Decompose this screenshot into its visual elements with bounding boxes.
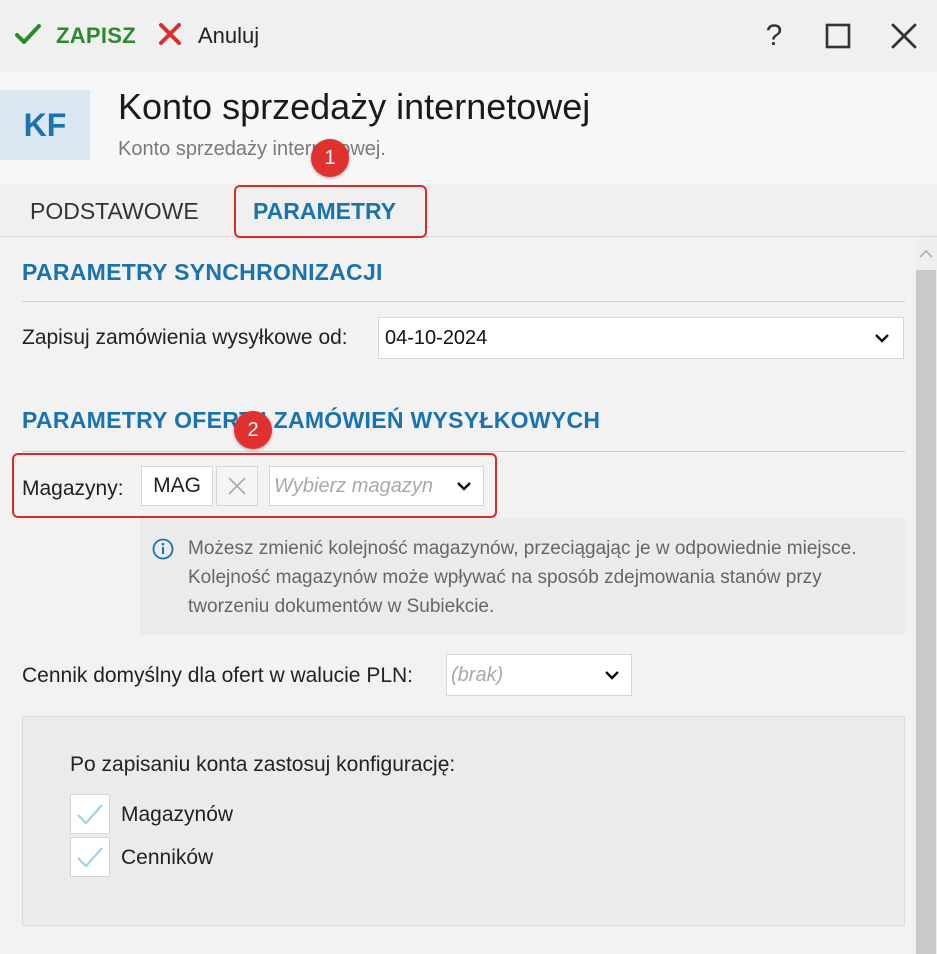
option-label-magazynow[interactable]: Magazynów	[121, 803, 233, 827]
info-box: Możesz zmienić kolejność magazynów, prze…	[140, 518, 905, 635]
highlight-box-tab	[234, 185, 427, 238]
close-window-icon	[891, 23, 917, 49]
save-orders-label: Zapisuj zamówienia wysyłkowe od:	[22, 326, 348, 349]
pricelist-label: Cennik domyślny dla ofert w walucie PLN:	[22, 664, 414, 687]
info-text: Możesz zmienić kolejność magazynów, prze…	[188, 538, 857, 617]
save-label: ZAPISZ	[56, 23, 137, 48]
scroll-up-button[interactable]	[915, 244, 937, 264]
check-icon	[77, 847, 103, 868]
info-icon	[152, 538, 174, 560]
annotation-marker-1: 1	[311, 139, 349, 177]
annotation-marker-2: 2	[234, 411, 272, 449]
save-button[interactable]: ZAPISZ	[14, 18, 136, 54]
maximize-button[interactable]	[818, 16, 858, 56]
section-title-offers: PARAMETRY OFERT I ZAMÓWIEŃ WYSYŁKOWYCH	[22, 407, 601, 433]
content-area: PARAMETRY SYNCHRONIZACJI Zapisuj zamówie…	[0, 237, 915, 954]
highlight-box-warehouses	[12, 453, 497, 518]
checkbox-cennikow[interactable]	[70, 837, 110, 877]
tab-podstawowe[interactable]: PODSTAWOWE	[30, 198, 199, 225]
help-button[interactable]: ?	[754, 16, 794, 56]
chevron-down-icon	[871, 333, 893, 343]
cancel-button[interactable]: Anuluj	[158, 18, 259, 54]
chevron-down-icon	[601, 670, 623, 680]
scrollbar-thumb[interactable]	[916, 270, 936, 954]
save-orders-date-value: 04-10-2024	[385, 326, 488, 349]
divider	[22, 301, 905, 302]
close-icon	[158, 22, 182, 51]
checkbox-magazynow[interactable]	[70, 794, 110, 834]
header: KF Konto sprzedaży internetowej Konto sp…	[0, 72, 937, 184]
toolbar: ZAPISZ Anuluj ?	[0, 0, 937, 72]
divider	[22, 451, 905, 452]
page-title: Konto sprzedaży internetowej	[118, 86, 591, 127]
chevron-up-icon	[919, 249, 933, 258]
cancel-label: Anuluj	[198, 23, 260, 48]
tab-bar: PODSTAWOWE PARAMETRY	[0, 184, 937, 237]
close-window-button[interactable]	[884, 16, 924, 56]
config-panel: Po zapisaniu konta zastosuj konfigurację…	[22, 716, 905, 926]
check-icon	[77, 804, 103, 825]
pricelist-select-value: (brak)	[451, 663, 504, 686]
option-label-cennikow[interactable]: Cenników	[121, 846, 213, 870]
account-badge: KF	[0, 90, 90, 160]
checkmark-icon	[14, 22, 42, 51]
pricelist-select[interactable]: (brak)	[446, 654, 632, 696]
help-icon: ?	[765, 19, 783, 52]
maximize-icon	[825, 23, 851, 49]
config-title: Po zapisaniu konta zastosuj konfigurację…	[70, 753, 456, 776]
save-orders-date-select[interactable]: 04-10-2024	[378, 317, 904, 359]
section-title-sync: PARAMETRY SYNCHRONIZACJI	[22, 259, 383, 285]
